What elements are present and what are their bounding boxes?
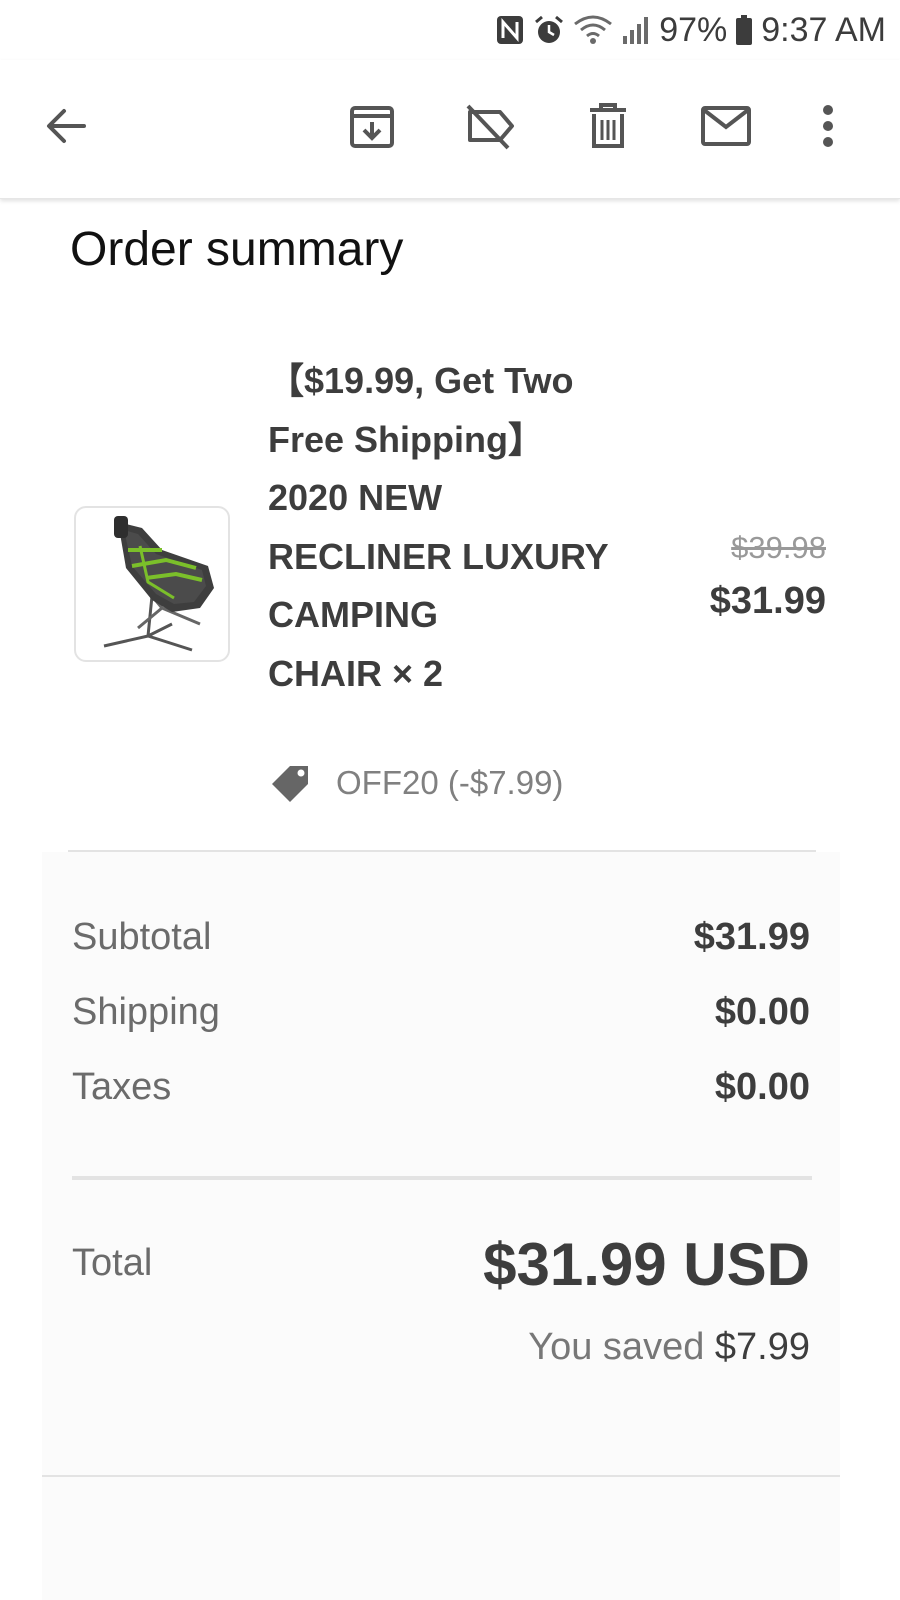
product-name: 【$19.99, Get Two Free Shipping】 2020 NEW… — [268, 352, 668, 703]
product-price: $31.99 — [709, 580, 826, 622]
status-icons: 97% 9:37 AM — [495, 10, 886, 50]
product-image — [74, 506, 230, 662]
toolbar — [0, 60, 900, 199]
lower-panel — [42, 1477, 840, 1600]
more-vert-icon — [823, 105, 833, 147]
original-price: $39.98 — [731, 530, 826, 565]
mail-icon — [701, 106, 751, 146]
taxes-label: Taxes — [72, 1066, 172, 1108]
battery-icon — [735, 14, 753, 46]
total-value: $31.99 USD — [483, 1231, 810, 1298]
savings-prefix: You saved — [528, 1326, 705, 1368]
product-name-line: RECLINER LUXURY — [268, 535, 609, 577]
archive-icon — [350, 106, 394, 148]
wifi-icon — [573, 14, 613, 46]
savings-amount: $7.99 — [714, 1326, 810, 1368]
clock: 9:37 AM — [761, 10, 886, 49]
alarm-icon — [533, 14, 565, 46]
delete-button[interactable] — [580, 98, 636, 154]
total-label: Total — [72, 1242, 153, 1284]
back-button[interactable] — [38, 98, 94, 154]
label-off-icon — [466, 104, 514, 150]
shipping-label: Shipping — [72, 991, 220, 1033]
discount-code: OFF20 (-$7.99) — [336, 764, 564, 801]
archive-button[interactable] — [344, 98, 400, 154]
product-name-line: 【$19.99, Get Two — [268, 360, 574, 401]
subtotal-label: Subtotal — [72, 916, 212, 958]
subtotal-value: $31.99 — [693, 916, 810, 958]
nfc-icon — [495, 14, 525, 46]
tag-icon — [272, 766, 308, 802]
camping-chair-icon — [103, 516, 214, 652]
product-name-line: CHAIR × 2 — [268, 652, 444, 694]
signal-icon — [621, 14, 651, 46]
savings-text: You saved $7.99 — [528, 1326, 810, 1369]
shipping-value: $0.00 — [714, 991, 810, 1033]
taxes-value: $0.00 — [714, 1066, 810, 1108]
product-name-line: Free Shipping】 — [268, 418, 545, 460]
label-off-button[interactable] — [462, 98, 518, 154]
discount-row: OFF20 (-$7.99) — [268, 760, 563, 806]
battery-percent: 97% — [659, 10, 728, 49]
product-name-line: 2020 NEW — [268, 477, 443, 518]
product-name-line: CAMPING — [268, 594, 438, 635]
mark-unread-button[interactable] — [698, 98, 754, 154]
status-bar: 97% 9:37 AM — [0, 0, 900, 60]
divider — [72, 1176, 812, 1180]
order-summary-title: Order summary — [70, 223, 404, 276]
delete-icon — [590, 103, 626, 148]
back-arrow-icon — [47, 109, 86, 143]
more-options-button[interactable] — [800, 98, 856, 154]
